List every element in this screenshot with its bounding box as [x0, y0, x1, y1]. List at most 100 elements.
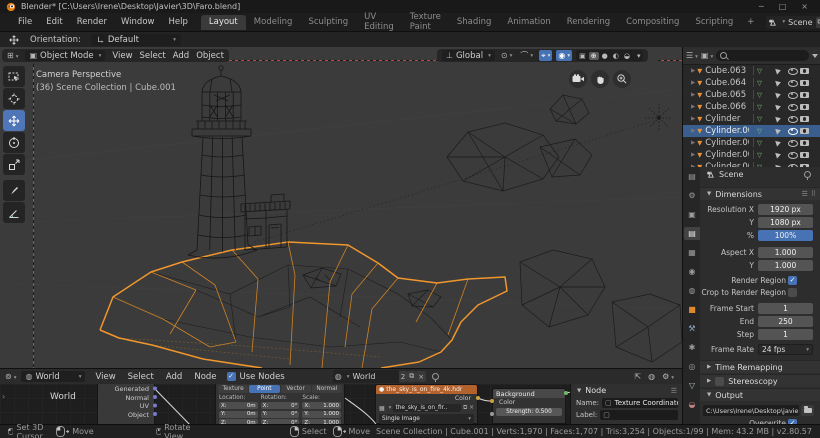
- location-y-input[interactable]: Y: 0m: [219, 410, 258, 418]
- drag-dots-icon[interactable]: ⠿: [811, 190, 816, 198]
- browse-folder-button[interactable]: [801, 405, 814, 416]
- viewport-menu-view[interactable]: View: [112, 51, 132, 61]
- select-pointer-icon[interactable]: [775, 151, 782, 159]
- minimize-icon[interactable]: ─: [759, 2, 764, 11]
- menu-window[interactable]: Window: [114, 17, 162, 27]
- tab-world[interactable]: ◍: [684, 284, 700, 297]
- rendered-shading-icon[interactable]: ◒: [622, 52, 632, 60]
- copy-datablock-icon[interactable]: ⧉: [407, 371, 417, 382]
- location-z-input[interactable]: Z: 0m: [219, 419, 258, 424]
- shader-menu-select[interactable]: Select: [122, 372, 160, 382]
- render-visibility-icon[interactable]: [800, 140, 809, 146]
- viewport-3d[interactable]: ⊞ ▾ ▣ Object Mode ▾ View Select Add Objec…: [0, 47, 682, 368]
- mapping-tab-normal[interactable]: Normal: [311, 385, 342, 393]
- location-x-input[interactable]: X: 0m: [219, 402, 258, 409]
- tab-modifiers[interactable]: ⚒: [684, 322, 700, 335]
- frame-start-input[interactable]: 1: [758, 303, 813, 314]
- outliner-row[interactable]: ▶ ▼ Cylinder | ▽: [683, 113, 820, 125]
- node-name-input[interactable]: ▢ Texture Coordinate: [602, 398, 678, 408]
- resolution-percent-slider[interactable]: 100%: [758, 230, 813, 241]
- unlink-image-icon[interactable]: ×: [469, 405, 474, 411]
- outliner-row[interactable]: ▶ ▼ Cube.065 | ▽: [683, 89, 820, 101]
- use-nodes-toggle[interactable]: ✓ Use Nodes: [226, 372, 285, 382]
- render-visibility-icon[interactable]: [800, 128, 809, 134]
- outliner-row[interactable]: ▶ ▼ Cube.063 | ▽: [683, 65, 820, 77]
- presets-icon[interactable]: ☰: [802, 190, 808, 198]
- pan-view-button[interactable]: [591, 70, 609, 88]
- shader-menu-add[interactable]: Add: [160, 372, 188, 382]
- outliner-filter-id-icon[interactable]: ▣ ▾: [701, 51, 713, 60]
- expand-arrow-icon[interactable]: ▼: [577, 388, 581, 394]
- snapping-dropdown-icon[interactable]: ⚙ ▾: [662, 372, 674, 381]
- solid-shading-icon[interactable]: ●: [600, 52, 610, 60]
- wireframe-shading-icon[interactable]: ⊕: [588, 51, 599, 60]
- render-visibility-icon[interactable]: [800, 152, 809, 158]
- frame-rate-dropdown[interactable]: 24 fps ▾: [758, 344, 813, 355]
- tab-view-layer[interactable]: ▦: [684, 246, 700, 259]
- scale-y-input[interactable]: Y: 1.000: [302, 410, 342, 418]
- shader-type-dropdown[interactable]: ◍ World ▾: [21, 371, 86, 382]
- panel-header-output[interactable]: ▼ Output: [700, 388, 820, 401]
- tab-modeling[interactable]: Modeling: [246, 15, 301, 30]
- material-preview-icon[interactable]: ◍: [648, 372, 655, 381]
- aspect-x-input[interactable]: 1.000: [758, 247, 813, 258]
- maximize-icon[interactable]: □: [779, 2, 787, 11]
- select-pointer-icon[interactable]: [775, 79, 782, 87]
- render-visibility-icon[interactable]: [800, 116, 809, 122]
- pin-icon[interactable]: [804, 171, 811, 180]
- outliner-row[interactable]: ▶▼Cylinder.002|▽: [683, 137, 820, 149]
- aspect-y-input[interactable]: 1.000: [758, 260, 813, 271]
- pin-icon[interactable]: [432, 373, 440, 382]
- mapping-tab-point[interactable]: Point: [249, 385, 280, 393]
- rotation-y-input[interactable]: Y: 0°: [260, 410, 300, 418]
- new-scene-icon[interactable]: ⧉: [815, 16, 820, 28]
- scale-tool[interactable]: [3, 154, 25, 175]
- hide-eye-icon[interactable]: [788, 151, 798, 159]
- gizmo-toggle[interactable]: ⌖ ▾: [539, 50, 553, 61]
- resolution-x-input[interactable]: 1920 px: [758, 204, 813, 215]
- zoom-view-button[interactable]: [613, 70, 631, 88]
- tab-object-data[interactable]: ▽: [684, 379, 700, 392]
- scene-selector[interactable]: ▾ Scene ⧉ ×: [766, 15, 820, 29]
- select-pointer-icon[interactable]: [775, 139, 782, 147]
- measure-tool[interactable]: [3, 202, 25, 223]
- hide-eye-icon[interactable]: [788, 115, 798, 123]
- editor-type-icon[interactable]: ▤: [684, 170, 700, 183]
- select-pointer-icon[interactable]: [775, 127, 782, 135]
- panel-header-dimensions[interactable]: ▼ Dimensions ☰ ⠿: [700, 187, 820, 200]
- tab-shading[interactable]: Shading: [449, 15, 500, 30]
- viewport-menu-select[interactable]: Select: [140, 51, 166, 61]
- box-select-tool[interactable]: [3, 66, 25, 87]
- outliner-row[interactable]: ▶ ▼ Cube.066 | ▽: [683, 101, 820, 113]
- outliner-search-input[interactable]: [716, 50, 809, 61]
- outliner-row[interactable]: ▶ ▼ Cube.064 | ▽: [683, 77, 820, 89]
- select-pointer-icon[interactable]: [775, 67, 782, 75]
- viewport-menu-add[interactable]: Add: [173, 51, 189, 61]
- rotation-x-input[interactable]: X: 0°: [260, 402, 300, 409]
- crop-render-region-checkbox[interactable]: [788, 288, 797, 297]
- rotate-tool[interactable]: [3, 132, 25, 153]
- tab-object[interactable]: ■: [684, 303, 700, 316]
- tab-layout[interactable]: Layout: [200, 14, 246, 30]
- hide-eye-icon[interactable]: [788, 127, 798, 135]
- mapping-tab-vector[interactable]: Vector: [280, 385, 311, 393]
- users-count-button[interactable]: 2: [398, 371, 408, 382]
- pivot-point-dropdown[interactable]: ⊙ ▾: [499, 50, 514, 61]
- parent-node-icon[interactable]: ⇱: [634, 372, 641, 381]
- scale-x-input[interactable]: X: 1.000: [302, 402, 342, 409]
- viewport-menu-object[interactable]: Object: [196, 51, 224, 61]
- close-icon[interactable]: ×: [801, 2, 808, 11]
- mode-dropdown[interactable]: ▣ Object Mode ▾: [25, 50, 106, 61]
- cursor-tool[interactable]: [3, 88, 25, 109]
- snap-dropdown[interactable]: ⌒ ▾: [518, 50, 535, 61]
- strength-slider[interactable]: Strength: 0.500: [496, 408, 562, 416]
- render-visibility-icon[interactable]: [800, 68, 809, 74]
- move-tool-icon[interactable]: [8, 34, 20, 46]
- texture-coordinate-node[interactable]: Generated Normal UV Object: [97, 384, 155, 424]
- camera-view-button[interactable]: [569, 70, 587, 88]
- hide-eye-icon[interactable]: [788, 67, 798, 75]
- hide-eye-icon[interactable]: [788, 91, 798, 99]
- tab-sculpting[interactable]: Sculpting: [300, 15, 356, 30]
- environment-texture-node[interactable]: ● the_sky_is_on_fire_4k.hdr Color ▦ ▾ the_…: [375, 384, 478, 424]
- panel-header-time-remapping[interactable]: ▶ Time Remapping: [700, 360, 820, 373]
